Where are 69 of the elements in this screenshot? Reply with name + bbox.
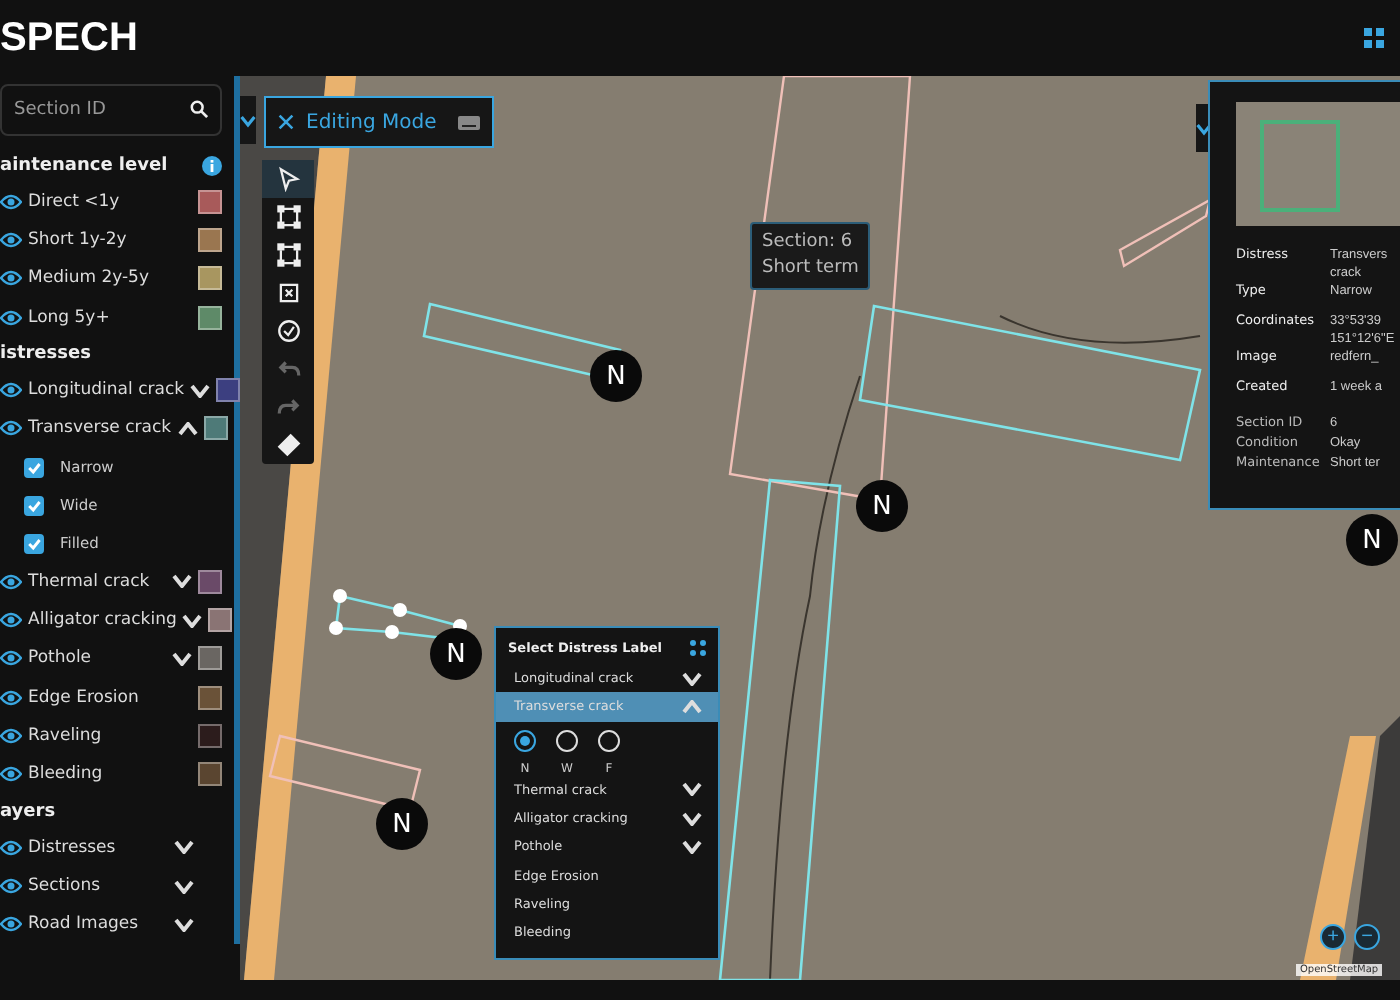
section-heading: istresses [0, 343, 91, 364]
tooltip-text: Short term [762, 256, 859, 282]
check-circle-icon [275, 318, 301, 344]
chevron-up-icon[interactable] [177, 421, 198, 436]
layer-label: Road Images [28, 914, 141, 935]
eye-icon[interactable] [0, 766, 22, 783]
tooltip-text: Section: 6 [762, 230, 855, 256]
eye-icon[interactable] [0, 650, 22, 667]
checkbox[interactable] [24, 495, 44, 516]
collapse-tab[interactable] [240, 96, 256, 144]
drawn-polyline[interactable] [329, 589, 467, 642]
eye-icon[interactable] [0, 382, 22, 399]
info-icon[interactable] [202, 155, 222, 176]
legend-label: Short 1y-2y [28, 230, 129, 251]
eye-icon[interactable] [0, 232, 22, 249]
eraser-icon [275, 432, 301, 458]
chevron-down-icon[interactable] [174, 840, 194, 855]
search-icon[interactable] [190, 100, 208, 118]
eye-icon[interactable] [0, 309, 22, 326]
eye-icon[interactable] [0, 193, 22, 210]
section-heading: aintenance level [0, 155, 168, 176]
mode-title: Editing Mode [306, 111, 439, 133]
eye-icon[interactable] [0, 839, 22, 856]
search-field[interactable]: Section ID [0, 84, 222, 136]
eye-icon[interactable] [0, 573, 22, 590]
legend-label: Transverse crack [28, 418, 172, 439]
layer-label: Distresses [28, 837, 118, 858]
legend-label: Alligator cracking [28, 610, 177, 631]
close-icon[interactable] [278, 114, 294, 130]
tool-button[interactable] [262, 160, 314, 198]
undo-icon [275, 356, 301, 382]
legend-label: Edge Erosion [28, 687, 141, 708]
section-outline [1118, 197, 1212, 268]
eye-icon[interactable] [0, 612, 22, 629]
legend-label: Longitudinal crack [28, 380, 185, 401]
chevron-down-icon[interactable] [190, 383, 211, 398]
eye-icon[interactable] [0, 728, 22, 745]
grid-icon[interactable] [1364, 28, 1384, 48]
legend-label: Pothole [28, 648, 94, 669]
eye-icon[interactable] [0, 689, 22, 706]
radio-button[interactable] [514, 729, 536, 752]
section-heading: ayers [0, 801, 56, 822]
checkbox[interactable] [24, 457, 44, 478]
corners-icon [275, 242, 301, 268]
eye-icon[interactable] [0, 270, 22, 287]
keyboard-icon[interactable] [458, 115, 480, 129]
legend-label: Direct <1y [28, 191, 122, 212]
chevron-down-icon[interactable] [172, 574, 192, 589]
legend-label: Bleeding [28, 764, 105, 785]
eye-icon[interactable] [0, 420, 22, 437]
legend-label: Long 5y+ [28, 307, 112, 328]
square-icon [275, 204, 301, 230]
chevron-down-icon[interactable] [172, 651, 192, 666]
checkbox[interactable] [24, 533, 44, 554]
app-logo: SPECH [0, 15, 138, 61]
chevron-down-icon[interactable] [182, 613, 203, 628]
eye-icon[interactable] [0, 916, 22, 933]
chevron-down-icon[interactable] [682, 671, 702, 686]
layer-label: Sections [28, 876, 103, 897]
cursor-icon [275, 166, 301, 192]
redo-icon [275, 394, 301, 420]
grid-icon[interactable] [690, 640, 706, 656]
transform-icon [275, 280, 301, 306]
eye-icon[interactable] [0, 878, 22, 895]
chevron-down-icon[interactable] [174, 879, 194, 894]
chevron-down-icon[interactable] [174, 917, 194, 932]
legend-label: Raveling [28, 726, 104, 747]
legend-label: Thermal crack [28, 571, 152, 592]
legend-label: Medium 2y-5y [28, 268, 151, 289]
